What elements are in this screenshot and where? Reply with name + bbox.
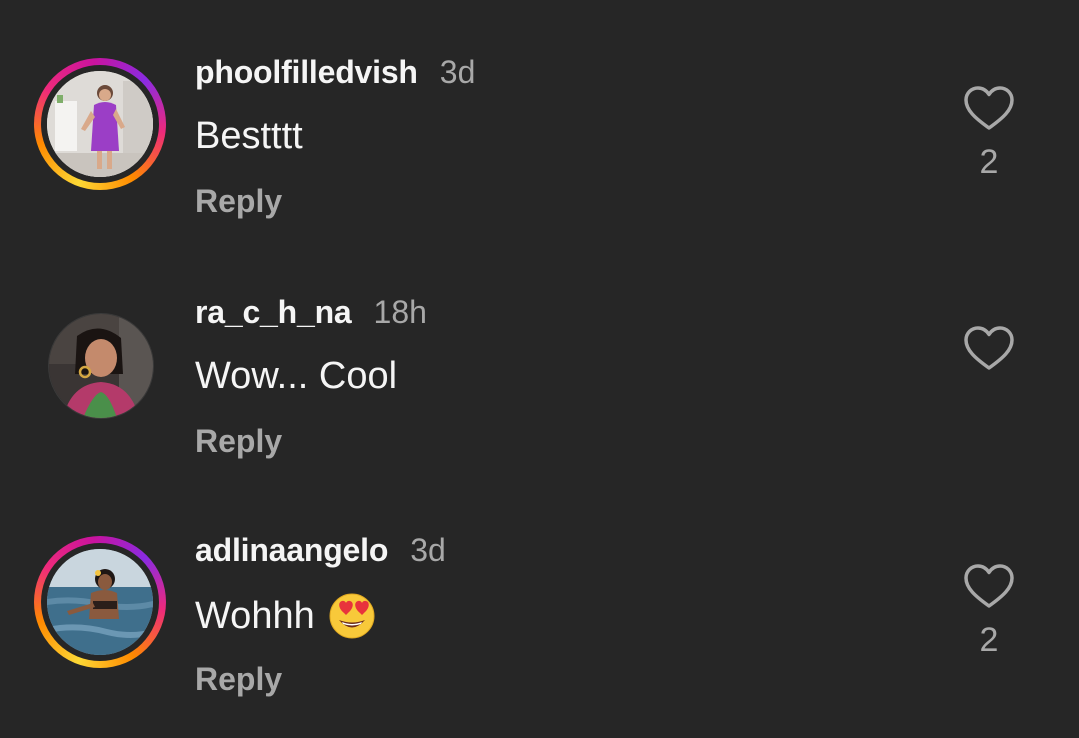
heart-outline-icon xyxy=(964,564,1014,608)
comment-timestamp: 18h xyxy=(373,294,427,330)
comment-text: Wohhh xyxy=(195,593,375,639)
like-count: 2 xyxy=(979,143,999,181)
username[interactable]: phoolfilledvish xyxy=(195,54,418,91)
comment-text-content: Wow... Cool xyxy=(195,355,398,397)
comment-item: adlinaangelo 3d Wohhh Reply 2 xyxy=(0,478,1079,697)
like-button[interactable] xyxy=(962,324,1016,372)
avatar[interactable] xyxy=(34,536,166,668)
comment-header: adlinaangelo 3d xyxy=(195,532,446,572)
reply-button[interactable]: Reply xyxy=(195,423,282,460)
comment-text-content: Bestttt xyxy=(195,115,303,157)
like-count: 2 xyxy=(979,621,999,659)
heart-outline-icon xyxy=(964,326,1014,370)
like-button[interactable] xyxy=(962,84,1016,132)
avatar[interactable] xyxy=(34,298,166,430)
comment-timestamp: 3d xyxy=(439,54,476,90)
username[interactable]: ra_c_h_na xyxy=(195,294,352,331)
reply-button[interactable]: Reply xyxy=(195,183,282,220)
avatar-photo xyxy=(49,314,153,418)
comment-text: Bestttt xyxy=(195,115,303,158)
comment-text: Wow... Cool xyxy=(195,355,397,398)
comment-header: phoolfilledvish 3d xyxy=(195,54,475,94)
avatar-photo xyxy=(47,71,153,177)
comment-timestamp: 3d xyxy=(410,532,446,568)
comment-header: ra_c_h_na 18h xyxy=(195,294,427,334)
comment-text-content: Wohhh xyxy=(195,594,315,637)
avatar-photo xyxy=(47,549,153,655)
username[interactable]: adlinaangelo xyxy=(195,532,388,569)
heart-outline-icon xyxy=(964,86,1014,130)
heart-eyes-emoji-icon xyxy=(329,593,375,639)
like-button[interactable] xyxy=(962,562,1016,610)
reply-button[interactable]: Reply xyxy=(195,661,282,698)
avatar[interactable] xyxy=(34,58,166,190)
comment-item: ra_c_h_na 18h Wow... Cool Reply xyxy=(0,240,1079,459)
comment-item: phoolfilledvish 3d Bestttt Reply 2 xyxy=(0,0,1079,219)
